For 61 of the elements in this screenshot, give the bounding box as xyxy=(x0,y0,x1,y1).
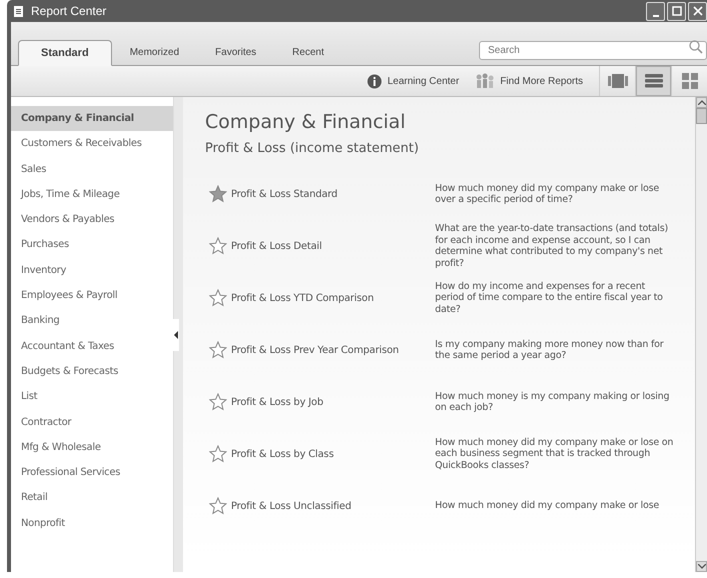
report-description: How much money did my company make or lose xyxy=(435,500,660,512)
tab[interactable]: Favorites xyxy=(197,40,274,64)
sidebar-item[interactable]: List xyxy=(11,384,173,410)
report-icon xyxy=(13,4,25,18)
list-view-icon xyxy=(644,74,662,88)
sidebar-item[interactable]: Accountant & Taxes xyxy=(11,334,173,359)
toolbar-link[interactable]: Learning Center xyxy=(367,74,460,88)
tab[interactable]: Standard xyxy=(18,40,112,66)
maximize-button[interactable] xyxy=(667,2,686,20)
report-link[interactable]: Profit & Loss YTD Comparison xyxy=(231,292,435,304)
toolbar-link[interactable]: Find More Reports xyxy=(475,73,583,89)
info-icon xyxy=(367,74,382,88)
sidebar-item[interactable]: Contractor xyxy=(11,410,173,435)
window-title: Report Center xyxy=(31,4,108,18)
tab[interactable]: Memorized xyxy=(112,40,198,64)
report-description: How much money did my company make or lose on each business segment that is tracked through QuickBooks classes? xyxy=(435,436,674,472)
search-icon xyxy=(689,40,703,54)
scroll-down-button[interactable] xyxy=(696,561,707,572)
close-icon xyxy=(692,6,702,16)
sidebar-item[interactable]: Budgets & Forecasts xyxy=(11,358,173,384)
minimize-button[interactable] xyxy=(646,2,665,20)
sidebar-item[interactable]: Inventory xyxy=(11,258,173,284)
scroll-thumb[interactable] xyxy=(696,108,707,124)
sidebar-item[interactable]: Professional Services xyxy=(11,460,173,486)
report-link[interactable]: Profit & Loss Prev Year Comparison xyxy=(231,344,435,356)
list-view-button[interactable] xyxy=(635,66,671,96)
report-link[interactable]: Profit & Loss Detail xyxy=(231,240,435,252)
collapse-sidebar-button[interactable] xyxy=(173,318,179,350)
sidebar-item[interactable]: Company & Financial xyxy=(11,106,173,132)
sidebar-item[interactable]: Vendors & Payables xyxy=(11,207,173,232)
grid-view-icon xyxy=(682,73,698,89)
report-link[interactable]: Profit & Loss by Job xyxy=(231,396,435,408)
report-description: How do my income and expenses for a recent period of time compare to the entire fiscal year to date? xyxy=(435,280,664,316)
people-icon xyxy=(475,73,496,89)
report-description: How much money is my company making or losing on each job? xyxy=(435,390,670,414)
sidebar-item[interactable]: Customers & Receivables xyxy=(11,131,173,157)
report-link[interactable]: Profit & Loss Standard xyxy=(231,188,435,200)
sidebar-item[interactable]: Mfg & Wholesale xyxy=(11,434,173,460)
scroll-up-button[interactable] xyxy=(696,97,707,108)
sidebar-item[interactable]: Jobs, Time & Mileage xyxy=(11,182,173,208)
section-heading: Profit & Loss (income statement) xyxy=(205,141,420,156)
sidebar-item[interactable]: Employees & Payroll xyxy=(11,283,173,308)
carousel-view-icon xyxy=(608,74,628,88)
sidebar-item[interactable]: Purchases xyxy=(11,232,173,258)
chevron-up-icon xyxy=(698,100,706,105)
maximize-icon xyxy=(672,6,682,16)
chevron-down-icon xyxy=(698,564,706,569)
sidebar-item[interactable]: Banking xyxy=(11,308,173,334)
sidebar-item[interactable]: Nonprofit xyxy=(11,510,173,536)
report-link[interactable]: Profit & Loss by Class xyxy=(231,448,435,460)
report-description: How much money did my company make or lose over a specific period of time? xyxy=(435,182,660,206)
tab[interactable]: Recent xyxy=(274,40,342,64)
report-description: What are the year-to-date transactions (and totals) for each income and expense account, so I can determine what contributed to my company's net profit? xyxy=(435,223,669,269)
minimize-icon xyxy=(652,15,658,17)
sidebar-item[interactable]: Sales xyxy=(11,156,173,182)
search-field[interactable]: Search xyxy=(479,41,707,60)
close-button[interactable] xyxy=(688,2,707,20)
category-title: Company & Financial xyxy=(205,111,406,133)
sidebar-item[interactable]: Retail xyxy=(11,485,173,511)
report-link[interactable]: Profit & Loss Unclassified xyxy=(231,500,435,512)
report-description: Is my company making more money now than for the same period a year ago? xyxy=(435,338,665,362)
